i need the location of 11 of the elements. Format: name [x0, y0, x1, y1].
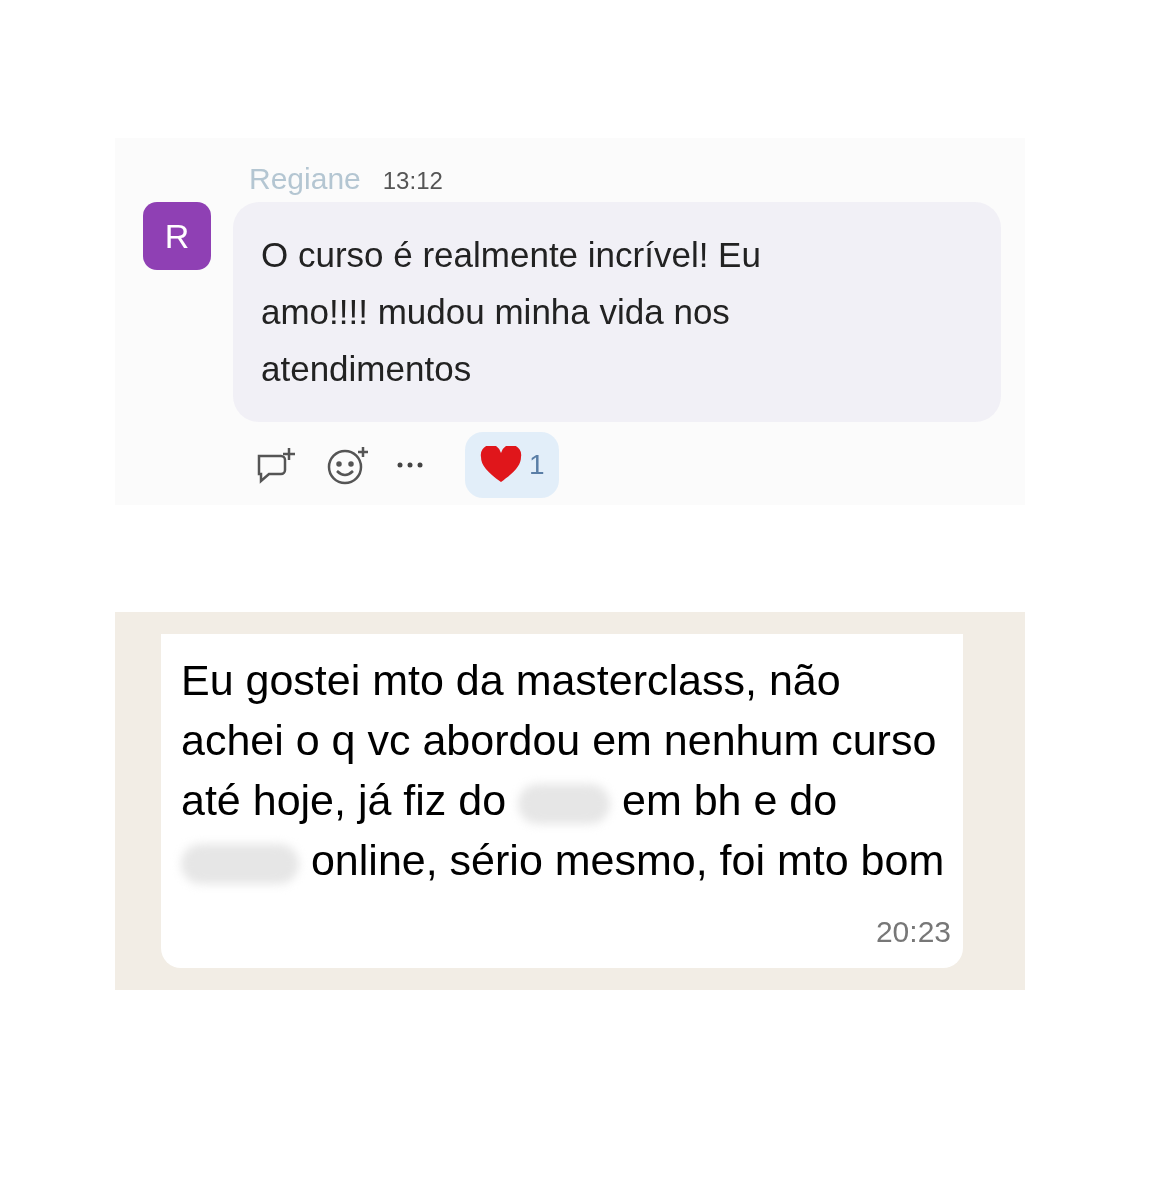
message-bubble: O curso é realmente incrível! Eu amo!!!! mudou minha vida nos atendimentos — [233, 202, 1001, 422]
message-time: 20:23 — [875, 914, 951, 950]
message-text: Eu gostei mto da masterclass, não achei o q vc abordou em nenhum curso até hoje, já fiz do em bh e do online, sério mesmo, foi mto bom — [181, 655, 946, 886]
reply-icon[interactable] — [255, 446, 297, 484]
add-emoji-icon[interactable] — [325, 445, 369, 485]
more-icon[interactable] — [397, 462, 423, 468]
author-name: Regiane — [249, 161, 361, 197]
reaction-button[interactable]: 1 — [465, 432, 559, 498]
heart-icon — [479, 446, 523, 484]
message-time: 13:12 — [382, 166, 443, 196]
avatar: R — [143, 202, 211, 270]
